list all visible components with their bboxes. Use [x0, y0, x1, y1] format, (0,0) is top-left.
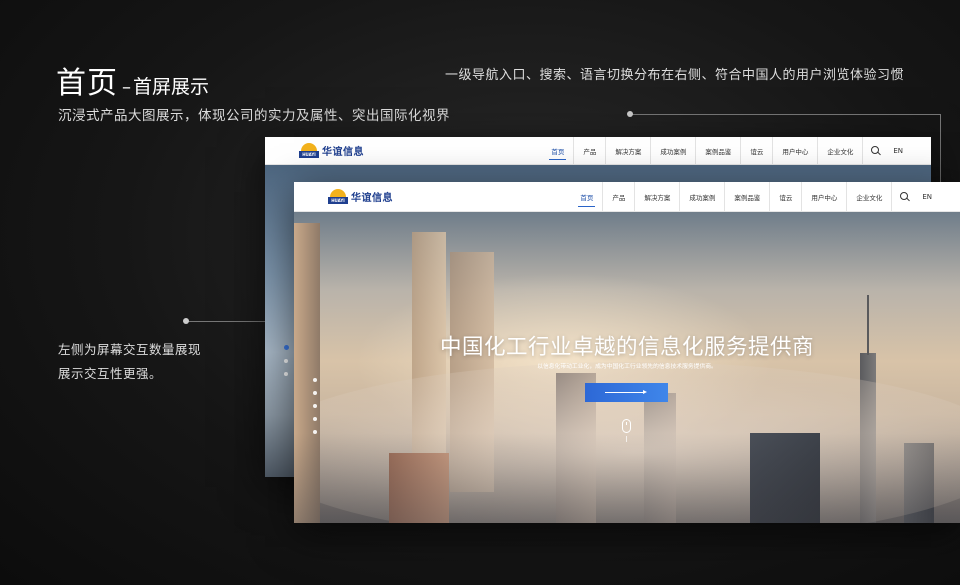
slide-dot[interactable]	[284, 359, 288, 363]
site-header: HUAYI 华谊信息 首页 产品 解决方案 成功案例 案例品鉴 谊云 用户中心 …	[294, 182, 960, 212]
slide-dot[interactable]	[313, 417, 317, 421]
nav-item-cases[interactable]: 成功案例	[680, 182, 726, 211]
nav-item-yiyun[interactable]: 谊云	[741, 137, 774, 164]
search-icon[interactable]	[900, 191, 910, 202]
nav-item-solutions[interactable]: 解决方案	[606, 137, 652, 164]
slide-dot[interactable]	[313, 391, 317, 395]
left-annotation-line2: 展示交互性更强。	[58, 366, 163, 381]
website-screenshot-front: HUAYI 华谊信息 首页 产品 解决方案 成功案例 案例品鉴 谊云 用户中心 …	[294, 182, 960, 523]
logo-text: 华谊信息	[351, 193, 393, 204]
main-nav: 首页 产品 解决方案 成功案例 案例品鉴 谊云 用户中心 企业文化 EN	[542, 137, 903, 164]
logo-mark-icon: HUAYI	[328, 188, 348, 205]
slide-title-main: 首页	[56, 66, 118, 101]
slide-description: 沉浸式产品大图展示，体现公司的实力及属性、突出国际化视界	[58, 108, 450, 124]
nav-annotation: 一级导航入口、搜索、语言切换分布在右侧、符合中国人的用户浏览体验习惯	[445, 68, 905, 83]
nav-item-products[interactable]: 产品	[603, 182, 636, 211]
site-logo[interactable]: HUAYI 华谊信息	[328, 188, 393, 205]
nav-item-case-review[interactable]: 案例品鉴	[696, 137, 742, 164]
arrow-right-icon	[605, 392, 645, 393]
slide-indicator	[284, 345, 289, 376]
nav-item-products[interactable]: 产品	[574, 137, 607, 164]
main-nav: 首页 产品 解决方案 成功案例 案例品鉴 谊云 用户中心 企业文化 EN	[571, 182, 932, 211]
hero-cta-button[interactable]	[585, 383, 668, 402]
slide-dot[interactable]	[313, 430, 317, 434]
language-switch[interactable]: EN	[920, 193, 932, 201]
nav-annotation-connector	[940, 114, 941, 184]
language-switch[interactable]: EN	[891, 147, 903, 155]
hero-subline: 以信息化带动工业化，成为中国化工行业领先的信息技术服务提供商。	[537, 364, 717, 370]
logo-text: 华谊信息	[322, 147, 364, 158]
slide-dot[interactable]	[284, 372, 288, 376]
slide-title: 首页 – 首屏展示	[56, 58, 209, 102]
slide-subtitle: 首屏展示	[133, 76, 210, 98]
nav-item-case-review[interactable]: 案例品鉴	[725, 182, 771, 211]
scroll-mouse-icon[interactable]	[622, 419, 631, 433]
hero-banner: 中国化工行业卓越的信息化服务提供商 以信息化带动工业化，成为中国化工行业领先的信…	[294, 212, 960, 523]
search-icon[interactable]	[871, 145, 881, 156]
nav-item-yiyun[interactable]: 谊云	[770, 182, 803, 211]
nav-item-user-center[interactable]: 用户中心	[802, 182, 848, 211]
site-logo[interactable]: HUAYI 华谊信息	[299, 142, 364, 159]
nav-annotation-dot	[627, 111, 633, 117]
left-annotation: 左侧为屏幕交互数量展现 展示交互性更强。	[58, 338, 201, 386]
nav-annotation-line	[630, 114, 940, 115]
nav-item-solutions[interactable]: 解决方案	[635, 182, 681, 211]
nav-item-home[interactable]: 首页	[571, 182, 604, 211]
nav-item-user-center[interactable]: 用户中心	[773, 137, 819, 164]
nav-item-culture[interactable]: 企业文化	[818, 137, 864, 164]
nav-item-home[interactable]: 首页	[542, 137, 575, 164]
slide-dot[interactable]	[313, 378, 317, 382]
slide-dot[interactable]	[313, 404, 317, 408]
logo-mark-icon: HUAYI	[299, 142, 319, 159]
slide-dot[interactable]	[284, 345, 289, 350]
site-header: HUAYI 华谊信息 首页 产品 解决方案 成功案例 案例品鉴 谊云 用户中心 …	[265, 137, 931, 165]
left-annotation-dot	[183, 318, 189, 324]
left-annotation-line1: 左侧为屏幕交互数量展现	[58, 342, 202, 357]
hero-headline: 中国化工行业卓越的信息化服务提供商	[439, 335, 814, 360]
nav-item-cases[interactable]: 成功案例	[651, 137, 697, 164]
slide-title-dash: –	[122, 77, 131, 98]
nav-item-culture[interactable]: 企业文化	[847, 182, 893, 211]
slide-indicator	[313, 378, 317, 434]
